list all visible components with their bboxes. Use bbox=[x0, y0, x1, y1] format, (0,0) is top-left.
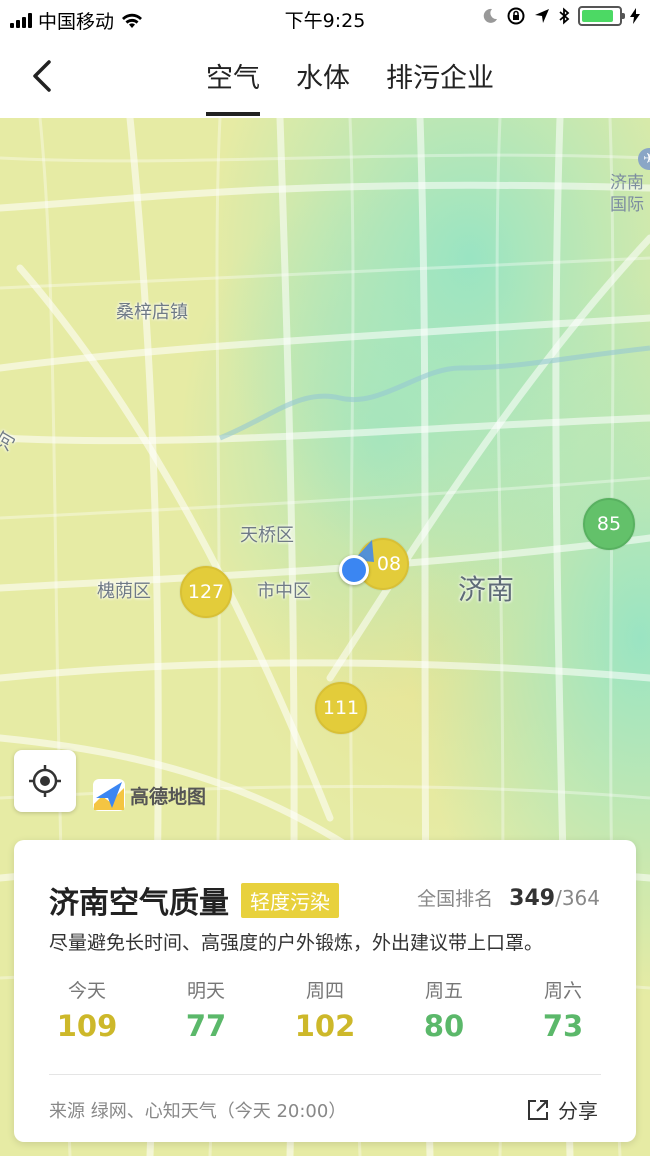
nav-bar: 空气 水体 排污企业 bbox=[0, 36, 650, 118]
moon-icon bbox=[483, 8, 497, 23]
tab-air[interactable]: 空气 bbox=[206, 56, 260, 116]
carrier-name: 中国移动 bbox=[38, 11, 115, 33]
status-right bbox=[482, 6, 640, 26]
map-label-shizhong: 市中区 bbox=[257, 581, 311, 602]
forecast-day-label: 周六 bbox=[543, 980, 582, 1002]
map-label-huaiyin: 槐荫区 bbox=[97, 581, 151, 602]
locate-button[interactable] bbox=[14, 750, 76, 812]
forecast-day-value: 102 bbox=[294, 1009, 356, 1043]
tab-water[interactable]: 水体 bbox=[296, 56, 350, 104]
forecast-day-value: 77 bbox=[185, 1009, 227, 1043]
crosshair-icon bbox=[29, 765, 61, 797]
forecast-day: 周四 102 bbox=[270, 976, 380, 1043]
forecast-day-value: 73 bbox=[542, 1009, 584, 1043]
forecast-row: 今天 109 明天 77 周四 102 周五 80 周六 73 bbox=[28, 976, 622, 1043]
forecast-day: 周六 73 bbox=[508, 976, 618, 1043]
forecast-day-label: 明天 bbox=[186, 980, 225, 1002]
share-label: 分享 bbox=[558, 1099, 598, 1123]
aqi-marker[interactable]: 127 bbox=[180, 566, 232, 618]
tab-bar: 空气 水体 排污企业 bbox=[0, 56, 650, 116]
battery-icon bbox=[578, 6, 625, 26]
card-header: 济南空气质量 轻度污染 bbox=[49, 878, 339, 922]
national-rank: 全国排名 349/364 bbox=[417, 884, 600, 911]
wifi-icon bbox=[122, 13, 143, 28]
forecast-day-value: 109 bbox=[56, 1009, 118, 1043]
forecast-day: 周五 80 bbox=[389, 976, 499, 1043]
air-quality-card: 济南空气质量 轻度污染 全国排名 349/364 尽量避免长时间、高强度的户外锻… bbox=[14, 840, 636, 1142]
amap-logo-icon bbox=[93, 779, 125, 811]
airport-label: ✈ 济南 国际 bbox=[610, 148, 650, 216]
airport-icon: ✈ bbox=[638, 148, 650, 170]
forecast-day-label: 今天 bbox=[67, 980, 106, 1002]
pollution-level-badge: 轻度污染 bbox=[241, 882, 339, 918]
signal-icon bbox=[10, 13, 32, 28]
rank-value: 349 bbox=[509, 886, 556, 911]
card-divider bbox=[49, 1074, 601, 1075]
rank-label: 全国排名 bbox=[417, 888, 494, 910]
share-button[interactable]: 分享 bbox=[526, 1095, 598, 1124]
airport-name: 济南 国际 bbox=[610, 173, 644, 215]
map-label-jinan: 济南 bbox=[458, 573, 515, 606]
rank-number-group: 349/364 bbox=[509, 886, 600, 911]
amap-logo-text: 高德地图 bbox=[130, 785, 207, 808]
map-label-tianqiao: 天桥区 bbox=[240, 525, 294, 546]
map-label-sangzidian: 桑梓店镇 bbox=[116, 302, 188, 323]
data-source: 来源 绿网、心知天气（今天 20:00） bbox=[49, 1101, 347, 1122]
forecast-day-label: 周五 bbox=[424, 980, 463, 1002]
location-arrow-icon bbox=[535, 9, 549, 23]
rotation-lock-icon bbox=[507, 7, 525, 25]
forecast-day: 明天 77 bbox=[151, 976, 261, 1043]
charging-icon bbox=[630, 8, 640, 24]
user-location-dot bbox=[339, 555, 369, 585]
tab-pollution-enterprises[interactable]: 排污企业 bbox=[386, 56, 494, 104]
health-advice: 尽量避免长时间、高强度的户外锻炼，外出建议带上口罩。 bbox=[49, 932, 544, 954]
amap-logo: 高德地图 bbox=[92, 778, 206, 812]
rank-total: /364 bbox=[555, 886, 600, 910]
aqi-marker[interactable]: 111 bbox=[315, 682, 367, 734]
card-title: 济南空气质量 bbox=[49, 886, 229, 921]
status-left: 中国移动 bbox=[10, 7, 144, 34]
aqi-marker[interactable]: 85 bbox=[583, 498, 635, 550]
forecast-day-value: 80 bbox=[423, 1009, 465, 1043]
share-icon bbox=[528, 1099, 548, 1120]
status-bar: 中国移动 下午9:25 bbox=[0, 0, 650, 36]
forecast-day-label: 周四 bbox=[305, 980, 344, 1002]
bluetooth-icon bbox=[559, 7, 570, 25]
forecast-day: 今天 109 bbox=[32, 976, 142, 1043]
